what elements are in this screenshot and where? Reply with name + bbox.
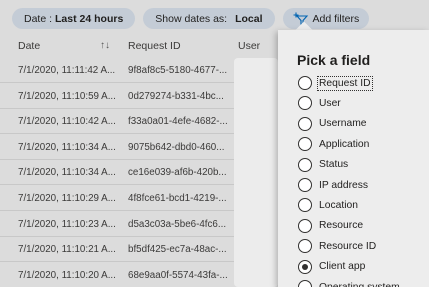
radio-button[interactable]: [298, 96, 312, 111]
radio-button[interactable]: [298, 157, 312, 172]
radio-button[interactable]: [298, 76, 312, 90]
row-date: 7/1/2020, 11:11:42 A...: [18, 65, 116, 76]
radio-button[interactable]: [298, 280, 312, 287]
field-option-label: Username: [319, 118, 367, 130]
pick-field-panel: Pick a field Request ID User Username Appli…: [278, 30, 429, 287]
field-option-label: Request ID: [317, 75, 373, 91]
field-option-label: IP address: [319, 179, 369, 191]
column-header-user[interactable]: User: [238, 40, 260, 58]
row-request-id: 68e9aa0f-5574-43fa-...: [128, 269, 228, 281]
field-option-ip-address[interactable]: IP address: [298, 176, 368, 194]
field-option-location[interactable]: Location: [298, 196, 358, 214]
row-date: 7/1/2020, 11:10:42 A...: [18, 116, 116, 128]
radio-button[interactable]: [298, 178, 312, 192]
date-filter-prefix: Date :: [24, 12, 53, 25]
field-option-label: Operating system: [319, 281, 400, 287]
row-request-id: 0d279274-b331-4bc...: [128, 90, 224, 102]
row-request-id: bf5df425-ec7a-48ac-...: [128, 244, 227, 256]
filter-bar: Date : Last 24 hours Show dates as: Loca…: [12, 8, 370, 29]
radio-button[interactable]: [298, 259, 312, 274]
field-option-resource[interactable]: Resource: [298, 217, 363, 235]
add-filters-button[interactable]: Add filters: [282, 8, 370, 29]
field-option-user[interactable]: User: [298, 94, 341, 112]
field-option-client-app[interactable]: Client app: [298, 258, 365, 276]
field-option-username[interactable]: Username: [298, 115, 367, 133]
field-option-resource-id[interactable]: Resource ID: [298, 237, 376, 255]
row-request-id: ce16e039-af6b-420b...: [128, 167, 227, 179]
show-dates-value: Local: [235, 12, 263, 25]
field-option-label: Application: [319, 138, 370, 150]
show-dates-chip[interactable]: Show dates as: Local: [143, 8, 275, 29]
show-dates-prefix: Show dates as:: [155, 12, 228, 25]
column-header-date[interactable]: Date: [18, 40, 40, 58]
row-date: 7/1/2020, 11:10:20 A...: [18, 269, 116, 281]
field-option-operating-system[interactable]: Operating system: [298, 278, 400, 287]
field-option-application[interactable]: Application: [298, 135, 369, 153]
add-filters-label: Add filters: [312, 12, 360, 25]
field-option-label: Status: [319, 159, 349, 171]
row-date: 7/1/2020, 11:10:21 A...: [18, 244, 116, 256]
row-date: 7/1/2020, 11:10:23 A...: [18, 218, 116, 230]
field-option-label: Location: [319, 199, 358, 211]
row-request-id: d5a3c03a-5be6-4fc6...: [128, 218, 227, 230]
row-date: 7/1/2020, 11:10:29 A...: [18, 193, 116, 204]
row-date: 7/1/2020, 11:10:34 A...: [18, 141, 116, 153]
field-option-status[interactable]: Status: [298, 156, 348, 174]
field-option-label: Resource ID: [319, 240, 377, 252]
field-option-label: Resource: [319, 220, 364, 232]
user-column-cells: [234, 58, 278, 287]
row-date: 7/1/2020, 11:10:59 A...: [18, 90, 116, 102]
sort-icon[interactable]: ↑↓: [100, 40, 110, 51]
radio-button[interactable]: [298, 218, 312, 233]
date-filter-value: Last 24 hours: [55, 12, 124, 25]
radio-button[interactable]: [298, 137, 312, 152]
field-option-label: Client app: [319, 261, 366, 273]
row-request-id: 4f8fce61-bcd1-4219-...: [128, 193, 227, 204]
field-option-label: User: [319, 97, 341, 109]
row-request-id: 9075b642-dbd0-460...: [128, 141, 225, 153]
row-request-id: 9f8af8c5-5180-4677-...: [128, 65, 228, 76]
panel-title: Pick a field: [297, 52, 371, 68]
row-request-id: f33a0a01-4efe-4682-...: [128, 116, 228, 128]
field-option-request-id[interactable]: Request ID: [298, 74, 373, 92]
radio-button[interactable]: [298, 116, 312, 131]
radio-button[interactable]: [298, 239, 312, 254]
radio-button[interactable]: [298, 198, 312, 213]
row-date: 7/1/2020, 11:10:34 A...: [18, 167, 116, 179]
date-filter-chip[interactable]: Date : Last 24 hours: [12, 8, 136, 29]
column-header-request-id[interactable]: Request ID: [128, 40, 181, 58]
